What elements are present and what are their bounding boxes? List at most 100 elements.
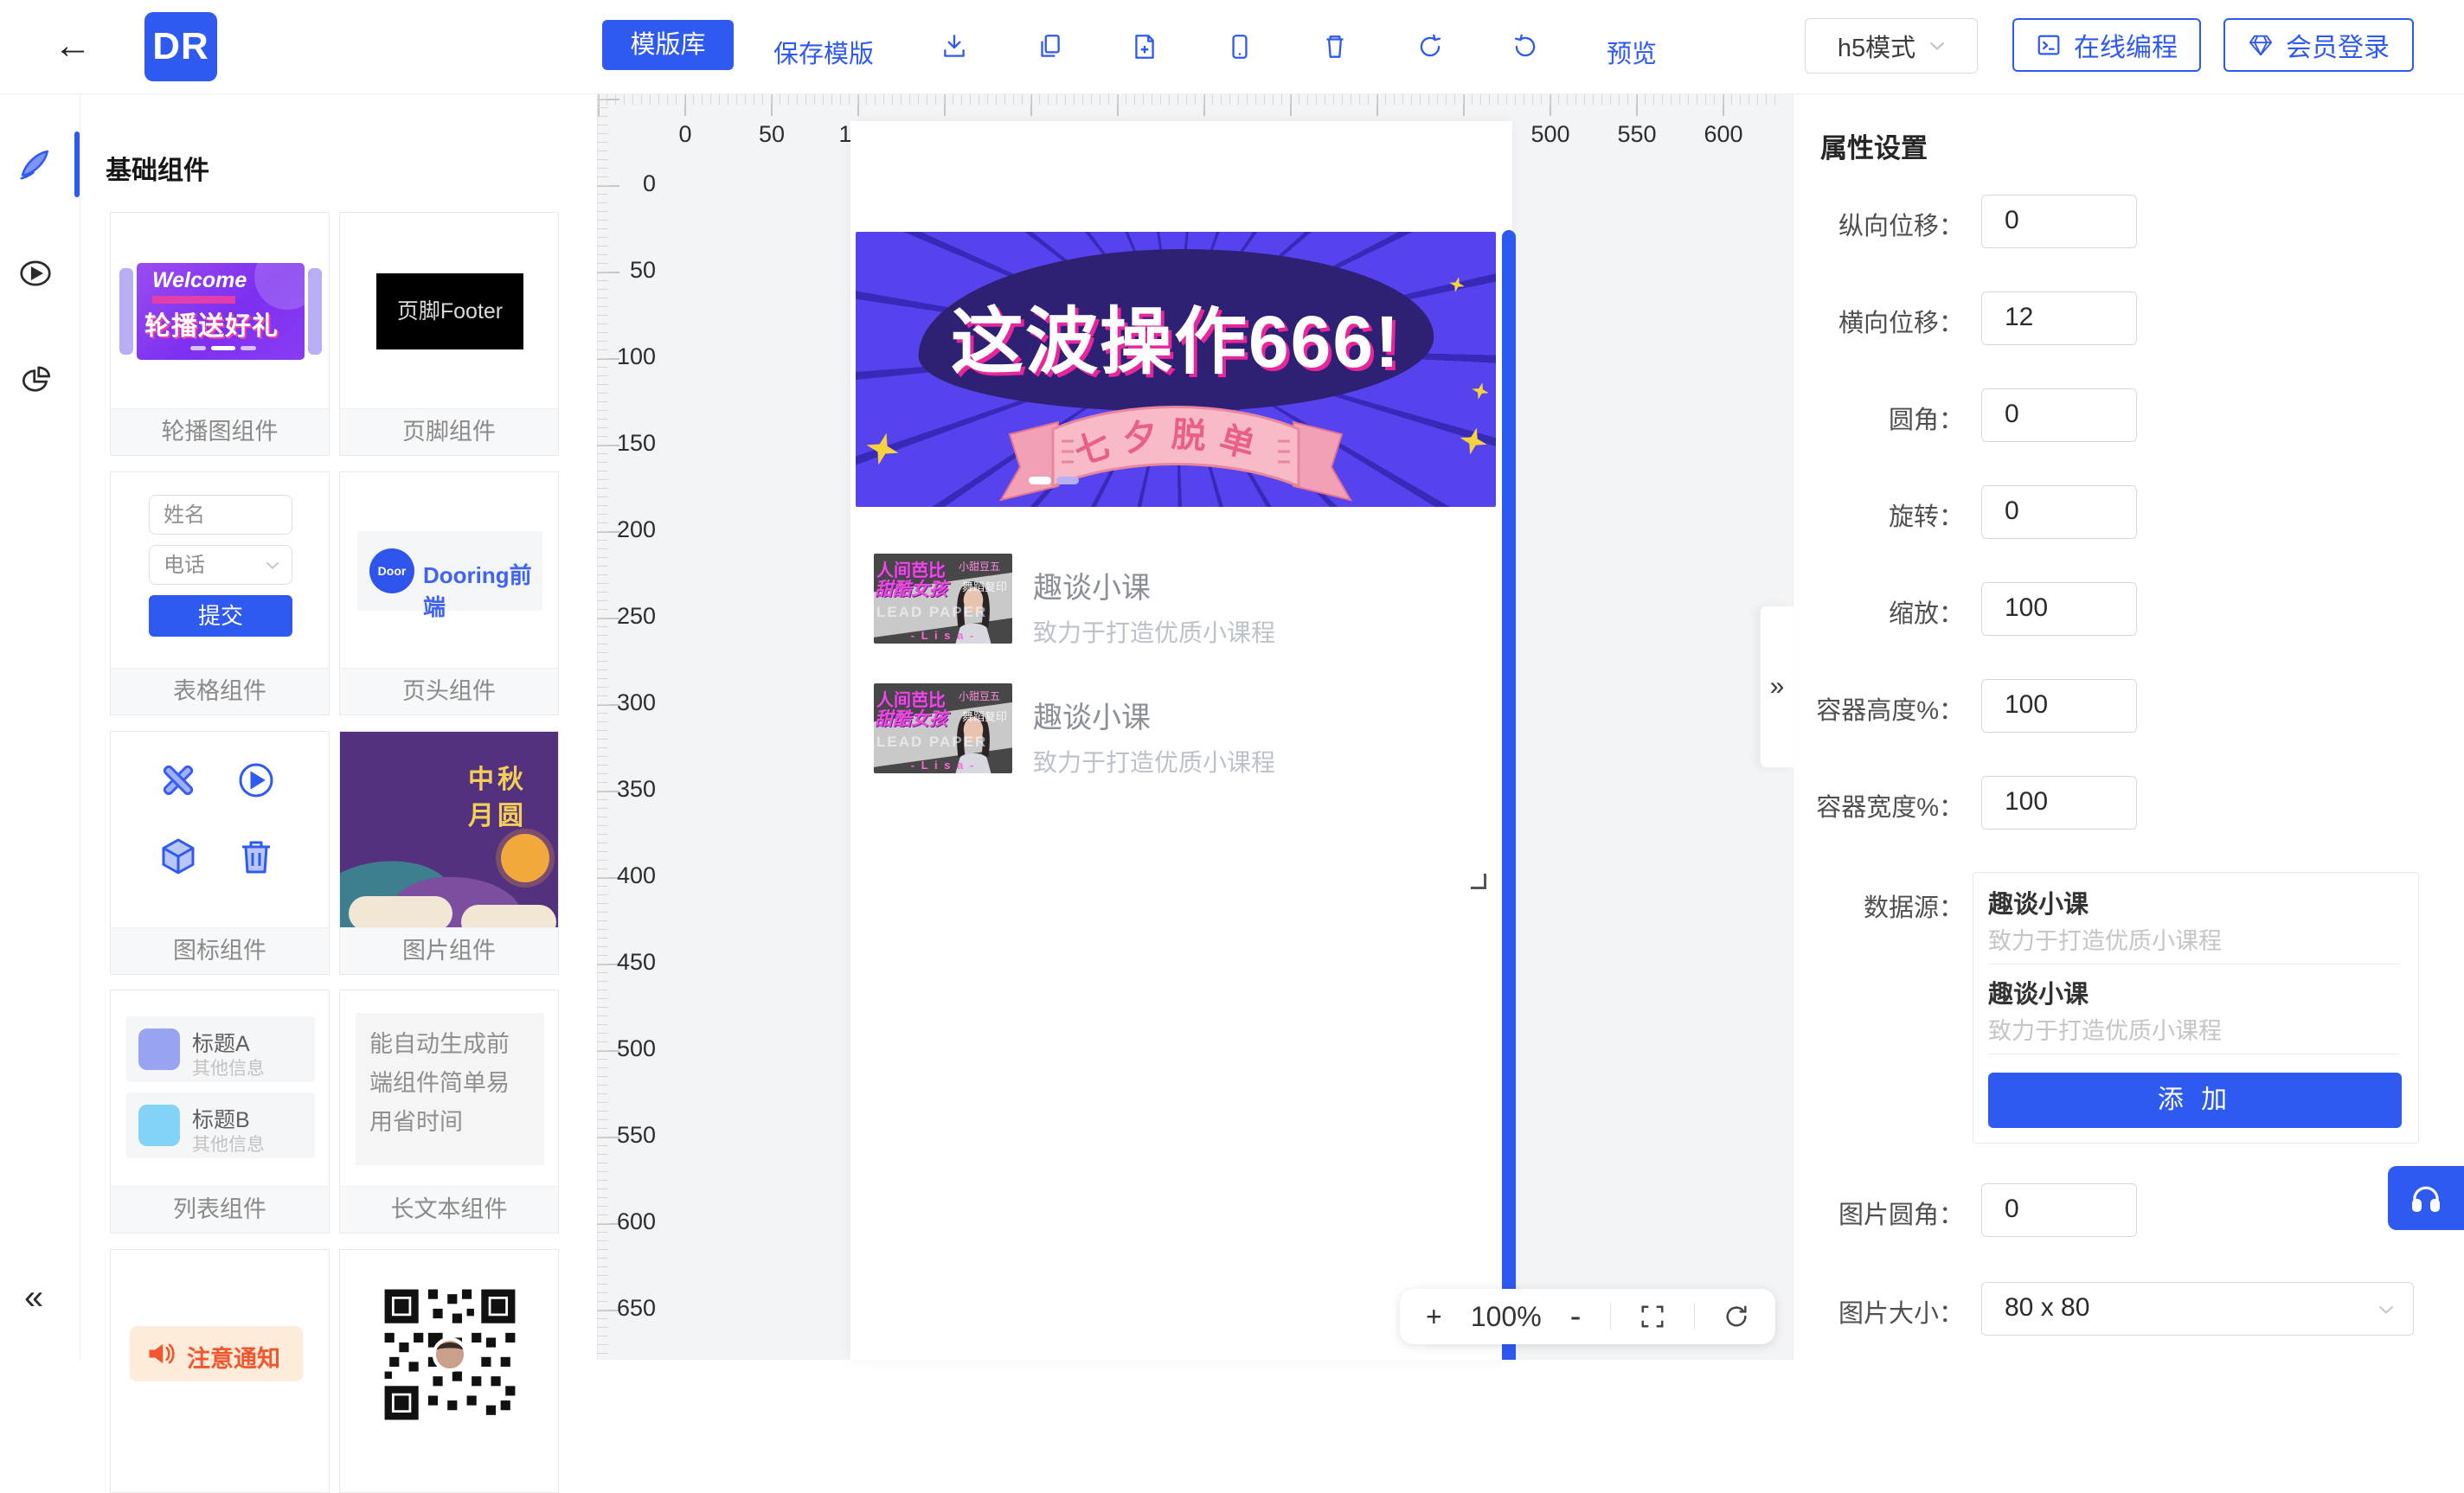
- h-ruler-label: 550: [1602, 121, 1672, 148]
- cube-icon: [157, 836, 199, 877]
- trash-blue-icon: [235, 836, 277, 877]
- name-field: 姓名: [149, 495, 292, 535]
- topbar: ← DR 模版库 保存模版 预览 h5模式 在线编程 会员登录: [0, 0, 2464, 94]
- component-label: 图标组件: [111, 927, 329, 974]
- zoom-out-button[interactable]: -: [1570, 1298, 1582, 1336]
- undo-icon[interactable]: [1415, 32, 1445, 61]
- list-item-desc: 致力于打造优质小课程: [1033, 614, 1275, 649]
- components-tab-pen-icon[interactable]: [18, 147, 53, 182]
- v-ruler-label: 350: [602, 776, 656, 803]
- v-ruler-label: 450: [602, 949, 656, 976]
- h-ruler-label: 0: [651, 121, 720, 148]
- chart-tab-pie-icon[interactable]: [18, 363, 53, 398]
- vertical-offset-input[interactable]: 0: [1981, 195, 2137, 248]
- app-logo: DR: [144, 12, 217, 81]
- refresh-icon[interactable]: [1723, 1304, 1749, 1330]
- h-ruler-label: 600: [1689, 121, 1758, 148]
- mode-select[interactable]: h5模式: [1805, 18, 1978, 74]
- border-radius-input[interactable]: 0: [1981, 388, 2137, 442]
- form-thumb: 姓名 电话 提交: [111, 472, 329, 669]
- canvas-scrollbar[interactable]: [1502, 230, 1516, 1360]
- datasource-item-title[interactable]: 趣谈小课: [1988, 884, 2089, 920]
- list-item-thumbnail[interactable]: 人间芭比 甜酷女孩 小甜豆五 舞蹈复印 LEAD PAPER - L i s a…: [874, 554, 1012, 644]
- support-headphones-button[interactable]: [2388, 1166, 2464, 1230]
- headphones-icon: [2408, 1180, 2444, 1216]
- list-item-thumbnail[interactable]: 人间芭比 甜酷女孩 小甜豆五 舞蹈复印 LEAD PAPER - L i s a…: [874, 683, 1012, 773]
- fullscreen-icon[interactable]: [1639, 1304, 1665, 1330]
- preview-button[interactable]: 预览: [1599, 34, 1665, 70]
- file-add-icon[interactable]: [1130, 32, 1159, 61]
- component-card-image[interactable]: 中秋 月圆 图片组件: [339, 731, 559, 975]
- field-label: 数据源：: [1765, 887, 1964, 924]
- divider: [1610, 1304, 1611, 1330]
- trash-icon[interactable]: [1320, 32, 1350, 61]
- v-ruler-label: 0: [602, 170, 656, 197]
- field-label: 图片大小：: [1765, 1293, 1964, 1330]
- copy-icon[interactable]: [1035, 32, 1064, 61]
- component-card-notice[interactable]: 注意通知: [110, 1249, 330, 1493]
- carousel-dot-active[interactable]: [1029, 477, 1051, 484]
- carousel-prev-slide: [119, 268, 133, 355]
- list-thumb: 标题A 其他信息 标题B 其他信息: [111, 990, 329, 1187]
- horizontal-offset-input[interactable]: 12: [1981, 292, 2137, 345]
- banner-component[interactable]: 这波操作666! 七夕脱单: [856, 232, 1496, 507]
- v-ruler-label: 600: [602, 1208, 656, 1235]
- list-item-title[interactable]: 趣谈小课: [1033, 564, 1151, 606]
- download-icon[interactable]: [940, 32, 969, 61]
- component-card-longtext[interactable]: 能自动生成前端组件简单易用省时间 长文本组件: [339, 990, 559, 1233]
- megaphone-icon: [145, 1338, 176, 1369]
- list-item-title[interactable]: 趣谈小课: [1033, 694, 1151, 736]
- horizontal-ruler-minor-ticks: [598, 93, 1782, 105]
- datasource-item-title[interactable]: 趣谈小课: [1988, 974, 2089, 1010]
- panel-title: 属性设置: [1820, 126, 1928, 165]
- v-ruler-label: 550: [602, 1122, 656, 1149]
- vertical-ruler-minor-ticks: [597, 99, 608, 1360]
- component-card-qrcode[interactable]: [339, 1249, 559, 1493]
- component-card-list[interactable]: 标题A 其他信息 标题B 其他信息 列表组件: [110, 990, 330, 1233]
- footer-thumb: 页脚Footer: [340, 213, 558, 409]
- carousel-slide: Welcome 轮播送好礼: [137, 263, 305, 360]
- image-radius-input[interactable]: 0: [1981, 1183, 2137, 1237]
- add-datasource-button[interactable]: 添 加: [1988, 1073, 2402, 1128]
- save-template-button[interactable]: 保存模版: [758, 34, 889, 70]
- redo-icon[interactable]: [1511, 32, 1540, 61]
- back-button[interactable]: ←: [54, 24, 92, 67]
- rotate-input[interactable]: 0: [1981, 485, 2137, 539]
- ribbon: 七夕脱单: [985, 389, 1366, 507]
- expand-panel-handle[interactable]: »: [1760, 606, 1793, 768]
- v-ruler-label: 150: [602, 430, 656, 457]
- component-card-carousel[interactable]: Welcome 轮播送好礼 轮播图组件: [110, 212, 330, 456]
- component-card-form[interactable]: 姓名 电话 提交 表格组件: [110, 471, 330, 715]
- v-ruler-label: 400: [602, 862, 656, 889]
- component-card-footer[interactable]: 页脚Footer 页脚组件: [339, 212, 559, 456]
- container-height-input[interactable]: 100: [1981, 679, 2137, 733]
- notice-thumb: 注意通知: [111, 1250, 329, 1446]
- play-circle-icon: [235, 759, 277, 801]
- v-ruler-label: 250: [602, 603, 656, 630]
- carousel-next-slide: [308, 268, 322, 355]
- component-card-icons[interactable]: 图标组件: [110, 731, 330, 975]
- zoom-in-button[interactable]: +: [1426, 1301, 1442, 1333]
- datasource-item-desc: 致力于打造优质小课程: [1988, 1012, 2222, 1046]
- header-thumb: Door Dooring前端: [340, 472, 558, 669]
- datasource-item-desc: 致力于打造优质小课程: [1988, 922, 2222, 956]
- image-size-select[interactable]: 80 x 80: [1981, 1282, 2414, 1336]
- online-coding-button[interactable]: 在线编程: [2012, 18, 2201, 72]
- chevron-down-icon: [1929, 42, 1945, 51]
- component-label: 图片组件: [340, 927, 558, 974]
- field-label: 横向位移：: [1765, 303, 1964, 339]
- container-width-input[interactable]: 100: [1981, 776, 2137, 830]
- template-library-button[interactable]: 模版库: [602, 20, 734, 70]
- collapse-sidebar-button[interactable]: «: [24, 1278, 43, 1317]
- member-login-button[interactable]: 会员登录: [2223, 18, 2414, 72]
- mobile-icon[interactable]: [1225, 32, 1254, 61]
- banner-title: 这波操作666!: [856, 284, 1496, 388]
- scale-input[interactable]: 100: [1981, 582, 2137, 636]
- carousel-dot[interactable]: [1056, 477, 1079, 484]
- v-ruler-label: 650: [602, 1295, 656, 1322]
- component-card-header[interactable]: Door Dooring前端 页头组件: [339, 471, 559, 715]
- divider: [1694, 1304, 1695, 1330]
- v-ruler-label: 100: [602, 343, 656, 370]
- media-tab-play-icon[interactable]: [18, 256, 53, 291]
- resize-handle[interactable]: [1471, 874, 1486, 889]
